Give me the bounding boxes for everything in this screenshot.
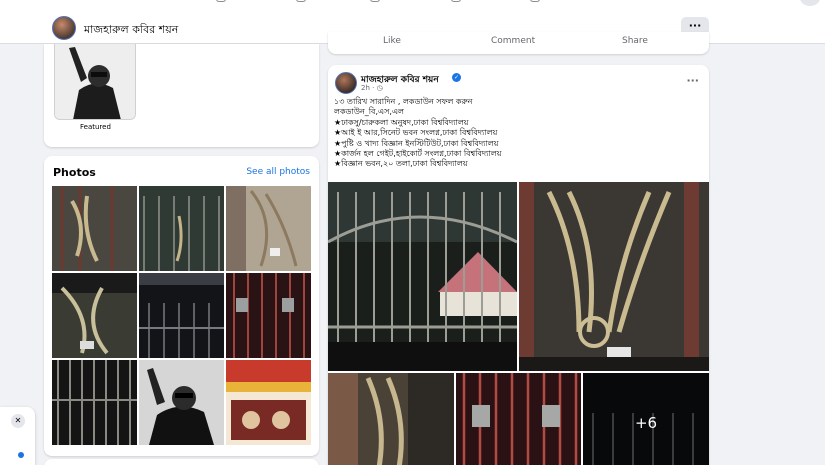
photo-thumbnail[interactable] bbox=[226, 273, 311, 358]
close-icon[interactable]: ✕ bbox=[11, 414, 25, 428]
post-photo-more[interactable]: +6 bbox=[583, 373, 709, 465]
post-text-line: ১৩ তারিখ সারাদিন , লকডাউন সফল করুন bbox=[334, 97, 473, 106]
globe-icon: ◷ bbox=[376, 84, 383, 92]
photo-thumbnail[interactable] bbox=[52, 186, 137, 271]
photos-grid bbox=[52, 186, 311, 445]
profile-avatar[interactable] bbox=[52, 16, 76, 40]
photo-thumbnail[interactable] bbox=[139, 273, 224, 358]
photo-thumbnail[interactable] bbox=[139, 360, 224, 445]
notification-dot-icon bbox=[18, 452, 24, 458]
post-more-button[interactable]: ··· bbox=[686, 74, 699, 87]
post-text-line: ★পুষ্টি ও খাদ্য বিজ্ঞান ইনস্টিটিউট,ঢাকা … bbox=[334, 138, 499, 148]
post-text-line: ★আই ই আর,সিনেট ভবন সংলগ্ন,ঢাকা বিশ্ববিদ্… bbox=[334, 128, 498, 138]
author-avatar[interactable] bbox=[335, 72, 357, 94]
groups-icon[interactable] bbox=[451, 0, 461, 2]
comment-button[interactable]: Comment bbox=[491, 36, 535, 46]
more-photos-count[interactable]: +6 bbox=[583, 373, 709, 465]
see-all-photos-link[interactable]: See all photos bbox=[246, 167, 310, 177]
account-menu-icon[interactable] bbox=[800, 0, 820, 6]
chat-side-panel: ✕ bbox=[0, 407, 35, 465]
share-button[interactable]: Share bbox=[622, 36, 648, 46]
post-photo[interactable] bbox=[456, 373, 581, 465]
photo-thumbnail[interactable] bbox=[52, 360, 137, 445]
marketplace-icon[interactable] bbox=[370, 0, 380, 2]
gaming-icon[interactable] bbox=[530, 0, 540, 2]
photo-thumbnail[interactable] bbox=[226, 186, 311, 271]
post-card: মাজহারুল কবির শয়ন ✓ 2h · ◷ ··· ১৩ তারিখ… bbox=[328, 65, 709, 465]
post-text: ১৩ তারিখ সারাদিন , লকডাউন সফল করুন লকডাউ… bbox=[334, 97, 704, 170]
post-text-line: ★ঢাকসু/চারুকলা অনুষদ,ঢাকা বিশ্ববিদ্যালয় bbox=[334, 117, 469, 127]
profile-name[interactable]: মাজহারুল কবির শয়ন bbox=[84, 21, 178, 40]
featured-label: Featured bbox=[80, 123, 111, 131]
featured-photo bbox=[55, 44, 135, 119]
video-icon[interactable] bbox=[296, 0, 306, 2]
like-button[interactable]: Like bbox=[383, 36, 401, 46]
home-icon[interactable] bbox=[216, 0, 226, 2]
photo-thumbnail[interactable] bbox=[226, 360, 311, 445]
photos-card: Photos See all photos bbox=[44, 156, 319, 456]
featured-thumbnail[interactable] bbox=[54, 44, 136, 120]
intro-card-edge bbox=[44, 459, 319, 465]
post-photo[interactable] bbox=[328, 373, 454, 465]
post-text-line: লকডাউন_বি,এস,এল bbox=[334, 107, 405, 117]
verified-badge-icon: ✓ bbox=[452, 73, 461, 82]
photo-thumbnail[interactable] bbox=[52, 273, 137, 358]
featured-card: Featured bbox=[44, 44, 319, 147]
post-photo[interactable] bbox=[328, 182, 517, 371]
photos-title: Photos bbox=[53, 166, 96, 179]
post-text-line: ★কার্জন হল গেইট,হাইকোর্ট সংলগ্ন,ঢাকা বিশ… bbox=[334, 149, 502, 159]
photo-thumbnail[interactable] bbox=[139, 186, 224, 271]
post-timestamp[interactable]: 2h · ◷ bbox=[361, 84, 383, 92]
post-text-line: ★বিজ্ঞান ভবন,২০ তলা,ঢাকা বিশ্ববিদ্যালয় bbox=[334, 159, 468, 169]
previous-post-actions: Like Comment Share bbox=[328, 32, 709, 54]
post-photo[interactable] bbox=[519, 182, 709, 371]
